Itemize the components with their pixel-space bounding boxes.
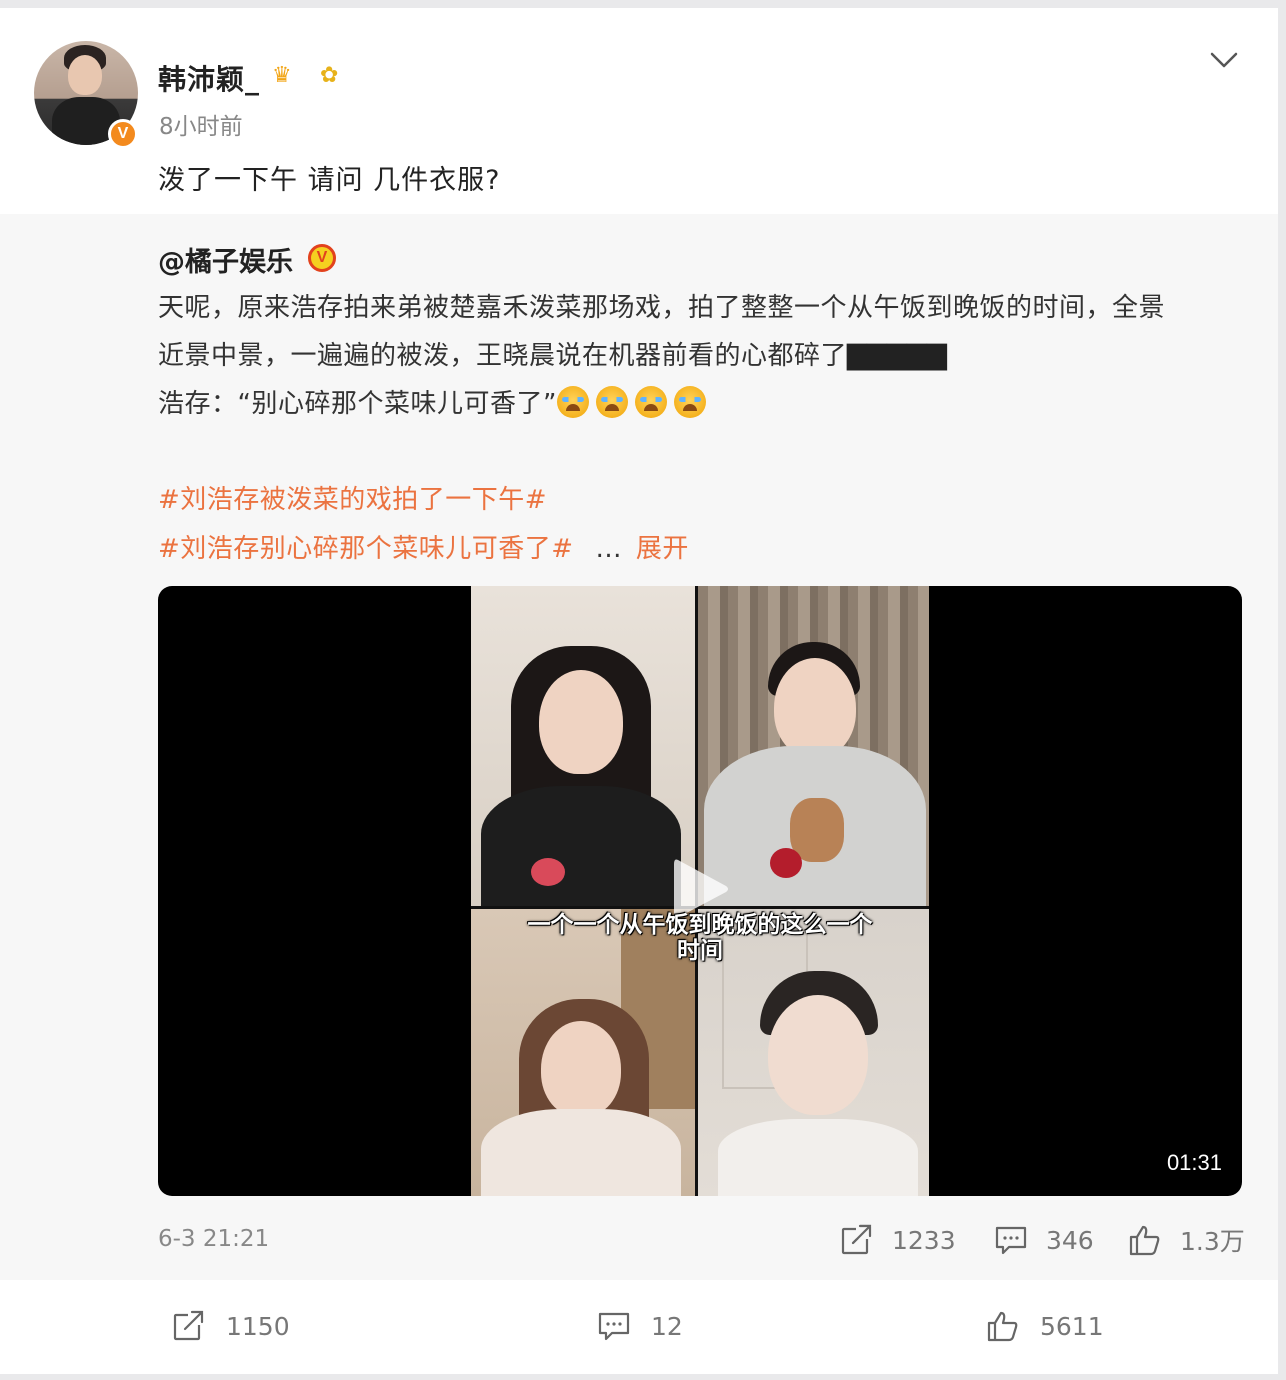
comment-count: 346 bbox=[1046, 1225, 1094, 1255]
ellipsis: ... bbox=[595, 534, 622, 564]
comment-button[interactable]: 12 bbox=[597, 1306, 683, 1346]
repost-body: 天呢，原来浩存拍来弟被楚嘉禾泼菜那场戏，拍了整整一个从午饭到晚饭的时间，全景 近… bbox=[158, 284, 1238, 428]
repost-like-stat[interactable]: 1.3万 bbox=[1128, 1220, 1245, 1260]
reposted-content[interactable]: @橘子娱乐 V 天呢，原来浩存拍来弟被楚嘉禾泼菜那场戏，拍了整整一个从午饭到晚饭… bbox=[0, 214, 1278, 1280]
crying-emoji-icon bbox=[556, 386, 589, 418]
hashtag-row: #刘浩存别心碎那个菜味儿可香了#... 展开 bbox=[158, 528, 689, 565]
thumbs-up-icon bbox=[987, 1311, 1018, 1342]
repost-share-stat[interactable]: 1233 bbox=[840, 1220, 956, 1260]
verified-icon: V bbox=[108, 119, 138, 149]
hashtag-link[interactable]: #刘浩存别心碎那个菜味儿可香了# bbox=[158, 534, 574, 564]
share-icon bbox=[173, 1310, 204, 1341]
verified-icon: V bbox=[308, 244, 336, 272]
repost-date[interactable]: 6-3 21:21 bbox=[158, 1226, 269, 1252]
like-count: 5611 bbox=[1040, 1311, 1104, 1341]
username[interactable]: 韩沛颖_ bbox=[158, 58, 260, 98]
thumbs-up-icon bbox=[1129, 1225, 1160, 1256]
like-button[interactable]: 5611 bbox=[986, 1306, 1104, 1346]
avatar-face bbox=[68, 55, 102, 95]
repost-body-text: 近景中景，一遍遍的被泼，王晓晨说在机器前看的心都碎了 bbox=[158, 341, 848, 371]
share-count: 1233 bbox=[892, 1225, 956, 1255]
subtitle-line: 一个一个从午饭到晚饭的这么一个 bbox=[527, 912, 873, 938]
repost-author[interactable]: @橘子娱乐 bbox=[158, 240, 293, 279]
repost-body-line-3: 浩存：“别心碎那个菜味儿可香了” bbox=[158, 380, 1238, 428]
share-button[interactable]: 1150 bbox=[172, 1306, 290, 1346]
repost-body-line: 天呢，原来浩存拍来弟被楚嘉禾泼菜那场戏，拍了整整一个从午饭到晚饭的时间，全景 bbox=[158, 293, 1166, 323]
chevron-down-icon[interactable] bbox=[1206, 46, 1242, 74]
video-player[interactable]: 一个一个从午饭到晚饭的这么一个 时间 01:31 bbox=[158, 586, 1242, 1196]
share-icon bbox=[841, 1224, 872, 1255]
comment-icon bbox=[598, 1312, 630, 1341]
crying-emoji-icon bbox=[634, 386, 667, 418]
comment-icon bbox=[995, 1226, 1027, 1255]
crying-emoji-icon bbox=[595, 386, 628, 418]
subtitle-line: 时间 bbox=[677, 938, 723, 964]
post-header: V 韩沛颖_ ♛ ✿ 8小时前 泼了一下午 请问 几件衣服? bbox=[0, 8, 1278, 214]
expand-link[interactable]: 展开 bbox=[636, 534, 689, 564]
crown-icon[interactable]: ♛ bbox=[272, 63, 302, 89]
repost-comment-stat[interactable]: 346 bbox=[994, 1220, 1094, 1260]
action-bar: 1150 12 5611 bbox=[0, 1280, 1278, 1374]
repost-body-line-2: 近景中景，一遍遍的被泼，王晓晨说在机器前看的心都碎了▇▇▇▇▇ bbox=[158, 332, 1238, 380]
post-text: 泼了一下午 请问 几件衣服? bbox=[158, 165, 501, 196]
comment-count: 12 bbox=[651, 1311, 683, 1341]
video-tile-top-right bbox=[698, 586, 929, 906]
hashtag-link[interactable]: #刘浩存被泼菜的戏拍了一下午# bbox=[158, 479, 547, 516]
video-subtitle: 一个一个从午饭到晚饭的这么一个 时间 bbox=[471, 912, 929, 964]
like-count: 1.3万 bbox=[1180, 1227, 1245, 1256]
post-time[interactable]: 8小时前 bbox=[159, 107, 243, 141]
crying-emoji-icon bbox=[673, 386, 706, 418]
blocks-emoji: ▇▇▇▇▇ bbox=[847, 341, 947, 371]
video-duration: 01:31 bbox=[1166, 1150, 1222, 1175]
sunflower-icon[interactable]: ✿ bbox=[320, 63, 346, 89]
share-count: 1150 bbox=[226, 1311, 290, 1341]
video-tile-top-left bbox=[471, 586, 695, 906]
weibo-post-card: V 韩沛颖_ ♛ ✿ 8小时前 泼了一下午 请问 几件衣服? @橘子娱乐 V 天… bbox=[0, 8, 1278, 1374]
repost-body-text: 浩存：“别心碎那个菜味儿可香了” bbox=[158, 389, 557, 419]
